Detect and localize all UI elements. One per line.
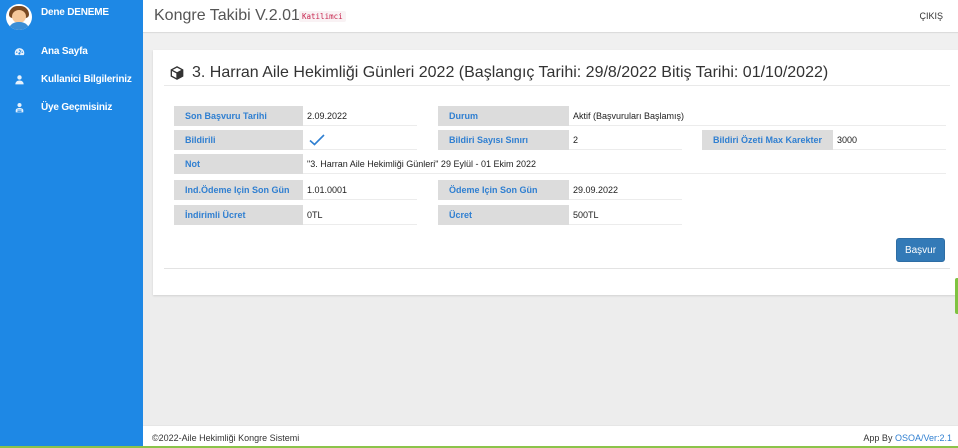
indirimli-ucret-label: İndirimli Ücret (174, 205, 303, 225)
ucret-value: 500TL (569, 205, 682, 225)
bildirili-label: Bildirili (174, 130, 303, 150)
footer-app-by: App By OSOA/Ver:2.1 (863, 433, 952, 443)
apply-button[interactable]: Başvur (896, 238, 945, 262)
ind-odeme-label: Ind.Ödeme Için Son Gün (174, 180, 303, 200)
congress-card: 3. Harran Aile Hekimliği Günleri 2022 (B… (153, 50, 958, 295)
son-basvuru-label: Son Başvuru Tarihi (174, 106, 303, 126)
ind-odeme-value: 1.01.0001 (303, 180, 417, 200)
top-header: Kongre Takibi V.2.01 Katilimci ÇIKIŞ (143, 0, 958, 33)
footer-app-by-text: App By (863, 433, 893, 443)
bildiri-ozeti-label: Bildiri Özeti Max Karekter (702, 130, 833, 150)
dashboard-icon (13, 45, 25, 57)
sidebar-item-label: Ana Sayfa (41, 45, 88, 57)
ucret-label: Ücret (438, 205, 569, 225)
sidebar-item-ana-sayfa[interactable]: Ana Sayfa (0, 39, 143, 63)
user-icon (13, 73, 25, 85)
bildirili-value (303, 130, 417, 150)
congress-title: 3. Harran Aile Hekimliği Günleri 2022 (B… (170, 64, 828, 82)
avatar (6, 4, 32, 30)
check-icon (309, 133, 325, 146)
footer-version-link[interactable]: OSOA/Ver:2.1 (895, 433, 952, 443)
not-label: Not (174, 154, 303, 174)
user-name: Dene DENEME (41, 7, 109, 18)
odeme-label: Ödeme Için Son Gün (438, 180, 569, 200)
footer-copyright: ©2022-Aile Hekimliği Kongre Sistemi (152, 433, 300, 443)
user-history-icon (13, 101, 25, 113)
bildiri-ozeti-value: 3000 (833, 130, 946, 150)
footer: ©2022-Aile Hekimliği Kongre Sistemi App … (143, 425, 958, 448)
son-basvuru-value: 2.09.2022 (303, 106, 417, 126)
app-title: Kongre Takibi V.2.01 (154, 7, 300, 24)
header-shadow-strip (143, 34, 958, 50)
durum-value: Aktif (Başvuruları Başlamış) (569, 106, 946, 126)
role-badge: Katilimci (299, 11, 346, 22)
not-value: "3. Harran Aile Hekimliği Günleri" 29 Ey… (303, 154, 946, 174)
sidebar-item-label: Üye Geçmisiniz (41, 101, 113, 113)
bildiri-sayisi-value: 2 (569, 130, 682, 150)
sidebar-user[interactable]: Dene DENEME (0, 0, 143, 35)
sidebar: Dene DENEME Ana Sayfa Kullanici Bilgiler… (0, 0, 143, 448)
odeme-value: 29.09.2022 (569, 180, 682, 200)
congress-title-text: 3. Harran Aile Hekimliği Günleri 2022 (B… (192, 64, 829, 81)
durum-label: Durum (438, 106, 569, 126)
sidebar-item-kullanici-bilgileriniz[interactable]: Kullanici Bilgileriniz (0, 67, 143, 91)
indirimli-ucret-value: 0TL (303, 205, 417, 225)
cube-icon (170, 66, 184, 80)
title-divider (164, 85, 950, 86)
logout-link[interactable]: ÇIKIŞ (919, 11, 943, 21)
bildiri-sayisi-label: Bildiri Sayısı Sınırı (438, 130, 569, 150)
sidebar-item-uye-gecmisiniz[interactable]: Üye Geçmisiniz (0, 95, 143, 119)
card-bottom-divider (164, 268, 950, 269)
sidebar-item-label: Kullanici Bilgileriniz (41, 73, 132, 85)
